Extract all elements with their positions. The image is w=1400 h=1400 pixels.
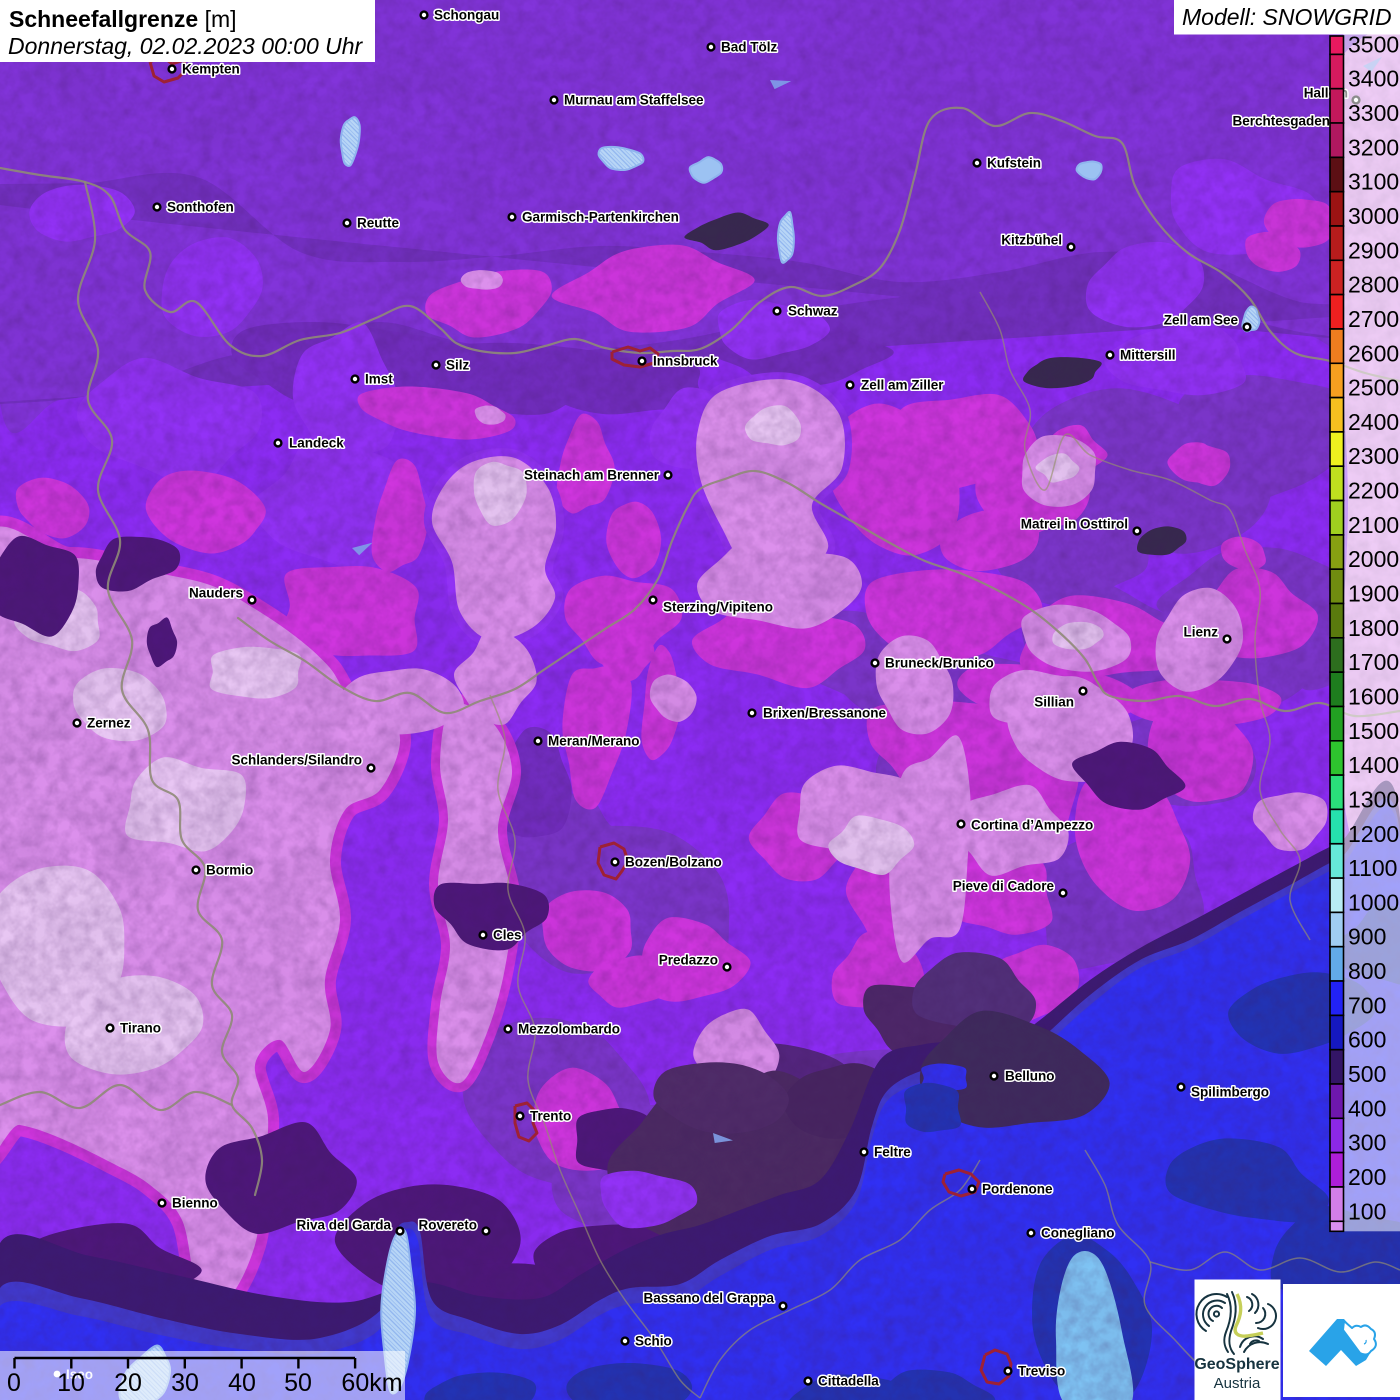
svg-text:40: 40: [228, 1369, 256, 1397]
svg-text:Treviso: Treviso: [1018, 1364, 1065, 1379]
svg-text:Kufstein: Kufstein: [987, 156, 1041, 171]
svg-text:GeoSphere: GeoSphere: [1194, 1356, 1279, 1373]
svg-text:1000: 1000: [1348, 889, 1399, 915]
svg-text:Landeck: Landeck: [289, 436, 344, 451]
svg-text:Pieve di Cadore: Pieve di Cadore: [953, 879, 1055, 894]
svg-text:Schlanders/Silandro: Schlanders/Silandro: [231, 753, 362, 768]
svg-text:800: 800: [1348, 958, 1386, 984]
svg-text:2400: 2400: [1348, 409, 1399, 435]
svg-text:Rovereto: Rovereto: [418, 1218, 477, 1233]
svg-text:Innsbruck: Innsbruck: [653, 354, 718, 369]
svg-text:Bienno: Bienno: [172, 1196, 218, 1211]
svg-text:2300: 2300: [1348, 443, 1399, 469]
svg-text:Zernez: Zernez: [87, 716, 131, 731]
svg-text:Sterzing/Vipiteno: Sterzing/Vipiteno: [663, 600, 773, 615]
svg-text:Cortina d’Ampezzo: Cortina d’Ampezzo: [971, 818, 1093, 833]
svg-text:Reutte: Reutte: [357, 216, 399, 231]
svg-text:Schongau: Schongau: [434, 8, 499, 23]
svg-text:2900: 2900: [1348, 237, 1399, 263]
svg-text:Nauders: Nauders: [189, 586, 243, 601]
svg-text:Bassano del Grappa: Bassano del Grappa: [643, 1291, 774, 1306]
svg-text:Tirano: Tirano: [120, 1021, 161, 1036]
svg-text:Feltre: Feltre: [874, 1145, 911, 1160]
svg-text:Berchtesgaden: Berchtesgaden: [1232, 114, 1330, 129]
svg-text:50: 50: [284, 1369, 312, 1397]
svg-text:Meran/Merano: Meran/Merano: [548, 734, 640, 749]
svg-text:1100: 1100: [1348, 855, 1397, 881]
svg-text:10: 10: [57, 1369, 85, 1397]
svg-text:Schwaz: Schwaz: [788, 304, 838, 319]
svg-text:Bormio: Bormio: [206, 863, 253, 878]
svg-text:3200: 3200: [1348, 134, 1399, 160]
svg-text:Lienz: Lienz: [1183, 625, 1218, 640]
svg-text:Brixen/Bressanone: Brixen/Bressanone: [763, 706, 887, 721]
svg-text:Modell: SNOWGRID: Modell: SNOWGRID: [1182, 4, 1392, 30]
svg-text:Belluno: Belluno: [1005, 1069, 1055, 1084]
svg-text:2600: 2600: [1348, 340, 1399, 366]
svg-text:3500: 3500: [1348, 31, 1399, 57]
svg-text:1700: 1700: [1348, 649, 1399, 675]
svg-text:Predazzo: Predazzo: [659, 953, 718, 968]
svg-text:2200: 2200: [1348, 478, 1399, 504]
svg-text:2700: 2700: [1348, 306, 1399, 332]
svg-text:0: 0: [7, 1369, 21, 1397]
svg-text:3400: 3400: [1348, 66, 1399, 92]
svg-text:500: 500: [1348, 1061, 1386, 1087]
svg-text:1900: 1900: [1348, 581, 1399, 607]
svg-text:400: 400: [1348, 1095, 1386, 1121]
svg-text:Schneefallgrenze [m]: Schneefallgrenze [m]: [9, 6, 237, 32]
svg-text:200: 200: [1348, 1164, 1386, 1190]
svg-text:Spilimbergo: Spilimbergo: [1191, 1085, 1269, 1100]
svg-text:Mezzolombardo: Mezzolombardo: [518, 1022, 620, 1037]
svg-text:Murnau am Staffelsee: Murnau am Staffelsee: [564, 93, 704, 108]
svg-text:Zell am See: Zell am See: [1164, 313, 1239, 328]
svg-text:Sillian: Sillian: [1034, 695, 1074, 710]
svg-text:Kitzbühel: Kitzbühel: [1001, 233, 1062, 248]
svg-text:1500: 1500: [1348, 718, 1399, 744]
svg-text:3100: 3100: [1348, 169, 1399, 195]
svg-text:Austria: Austria: [1214, 1375, 1261, 1392]
svg-text:2500: 2500: [1348, 375, 1399, 401]
svg-text:60km: 60km: [341, 1369, 402, 1397]
svg-text:900: 900: [1348, 924, 1386, 950]
svg-text:100: 100: [1348, 1198, 1386, 1224]
svg-text:700: 700: [1348, 992, 1386, 1018]
svg-text:Garmisch-Partenkirchen: Garmisch-Partenkirchen: [522, 210, 679, 225]
svg-text:3000: 3000: [1348, 203, 1399, 229]
svg-text:20: 20: [114, 1369, 142, 1397]
svg-text:2000: 2000: [1348, 546, 1399, 572]
svg-text:Riva del Garda: Riva del Garda: [296, 1218, 391, 1233]
svg-text:1800: 1800: [1348, 615, 1399, 641]
svg-text:600: 600: [1348, 1027, 1386, 1053]
svg-text:Donnerstag, 02.02.2023 00:00 U: Donnerstag, 02.02.2023 00:00 Uhr: [8, 33, 364, 59]
svg-text:Matrei in Osttirol: Matrei in Osttirol: [1021, 517, 1128, 532]
svg-text:30: 30: [171, 1369, 199, 1397]
svg-text:Conegliano: Conegliano: [1041, 1226, 1115, 1241]
svg-text:Sonthofen: Sonthofen: [167, 200, 234, 215]
svg-text:300: 300: [1348, 1130, 1386, 1156]
svg-text:1600: 1600: [1348, 684, 1399, 710]
svg-text:Pordenone: Pordenone: [982, 1182, 1053, 1197]
svg-text:Bozen/Bolzano: Bozen/Bolzano: [625, 855, 722, 870]
svg-text:1300: 1300: [1348, 786, 1399, 812]
svg-text:2800: 2800: [1348, 272, 1399, 298]
svg-text:Cles: Cles: [493, 928, 522, 943]
svg-text:Trento: Trento: [530, 1109, 571, 1124]
svg-text:Zell am Ziller: Zell am Ziller: [861, 378, 944, 393]
svg-text:1200: 1200: [1348, 821, 1399, 847]
svg-text:3300: 3300: [1348, 100, 1399, 126]
svg-text:1400: 1400: [1348, 752, 1399, 778]
svg-text:Bruneck/Brunico: Bruneck/Brunico: [885, 656, 994, 671]
svg-text:Cittadella: Cittadella: [818, 1374, 879, 1389]
svg-text:Schio: Schio: [635, 1334, 672, 1349]
svg-text:Bad Tölz: Bad Tölz: [721, 40, 777, 55]
svg-text:Kempten: Kempten: [182, 62, 240, 77]
svg-text:2100: 2100: [1348, 512, 1399, 538]
svg-text:Silz: Silz: [446, 358, 470, 373]
svg-text:Imst: Imst: [365, 372, 393, 387]
svg-text:Mittersill: Mittersill: [1120, 348, 1176, 363]
svg-text:Steinach am Brenner: Steinach am Brenner: [524, 468, 660, 483]
